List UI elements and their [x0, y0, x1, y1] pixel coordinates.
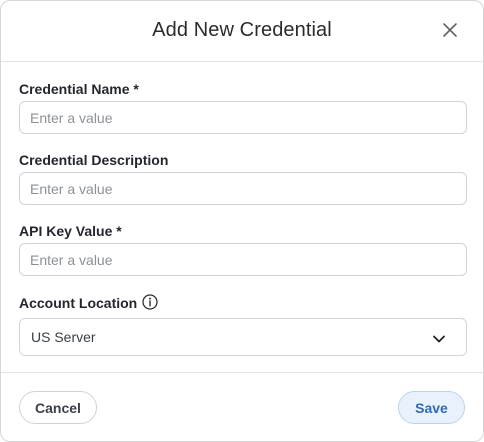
dialog-body: Credential Name * Credential Description… — [1, 62, 483, 372]
dialog-footer: Cancel Save — [1, 372, 483, 441]
api-key-label: API Key Value * — [19, 223, 122, 239]
dialog-title: Add New Credential — [152, 19, 332, 41]
account-location-label: Account Location — [19, 295, 138, 311]
info-icon[interactable] — [142, 294, 158, 310]
dialog-header: Add New Credential — [1, 1, 483, 62]
api-key-input[interactable] — [19, 243, 467, 276]
save-button[interactable]: Save — [398, 391, 465, 424]
credential-name-label: Credential Name * — [19, 81, 139, 97]
add-credential-dialog: Add New Credential Credential Name * Cre… — [0, 0, 484, 442]
account-location-select[interactable]: US Server — [19, 318, 467, 356]
close-icon[interactable] — [441, 21, 459, 39]
credential-name-input[interactable] — [19, 101, 467, 134]
credential-description-input[interactable] — [19, 172, 467, 205]
cancel-button[interactable]: Cancel — [19, 391, 97, 424]
credential-description-label: Credential Description — [19, 152, 169, 168]
account-location-value: US Server — [31, 329, 96, 345]
chevron-down-icon — [432, 332, 446, 344]
